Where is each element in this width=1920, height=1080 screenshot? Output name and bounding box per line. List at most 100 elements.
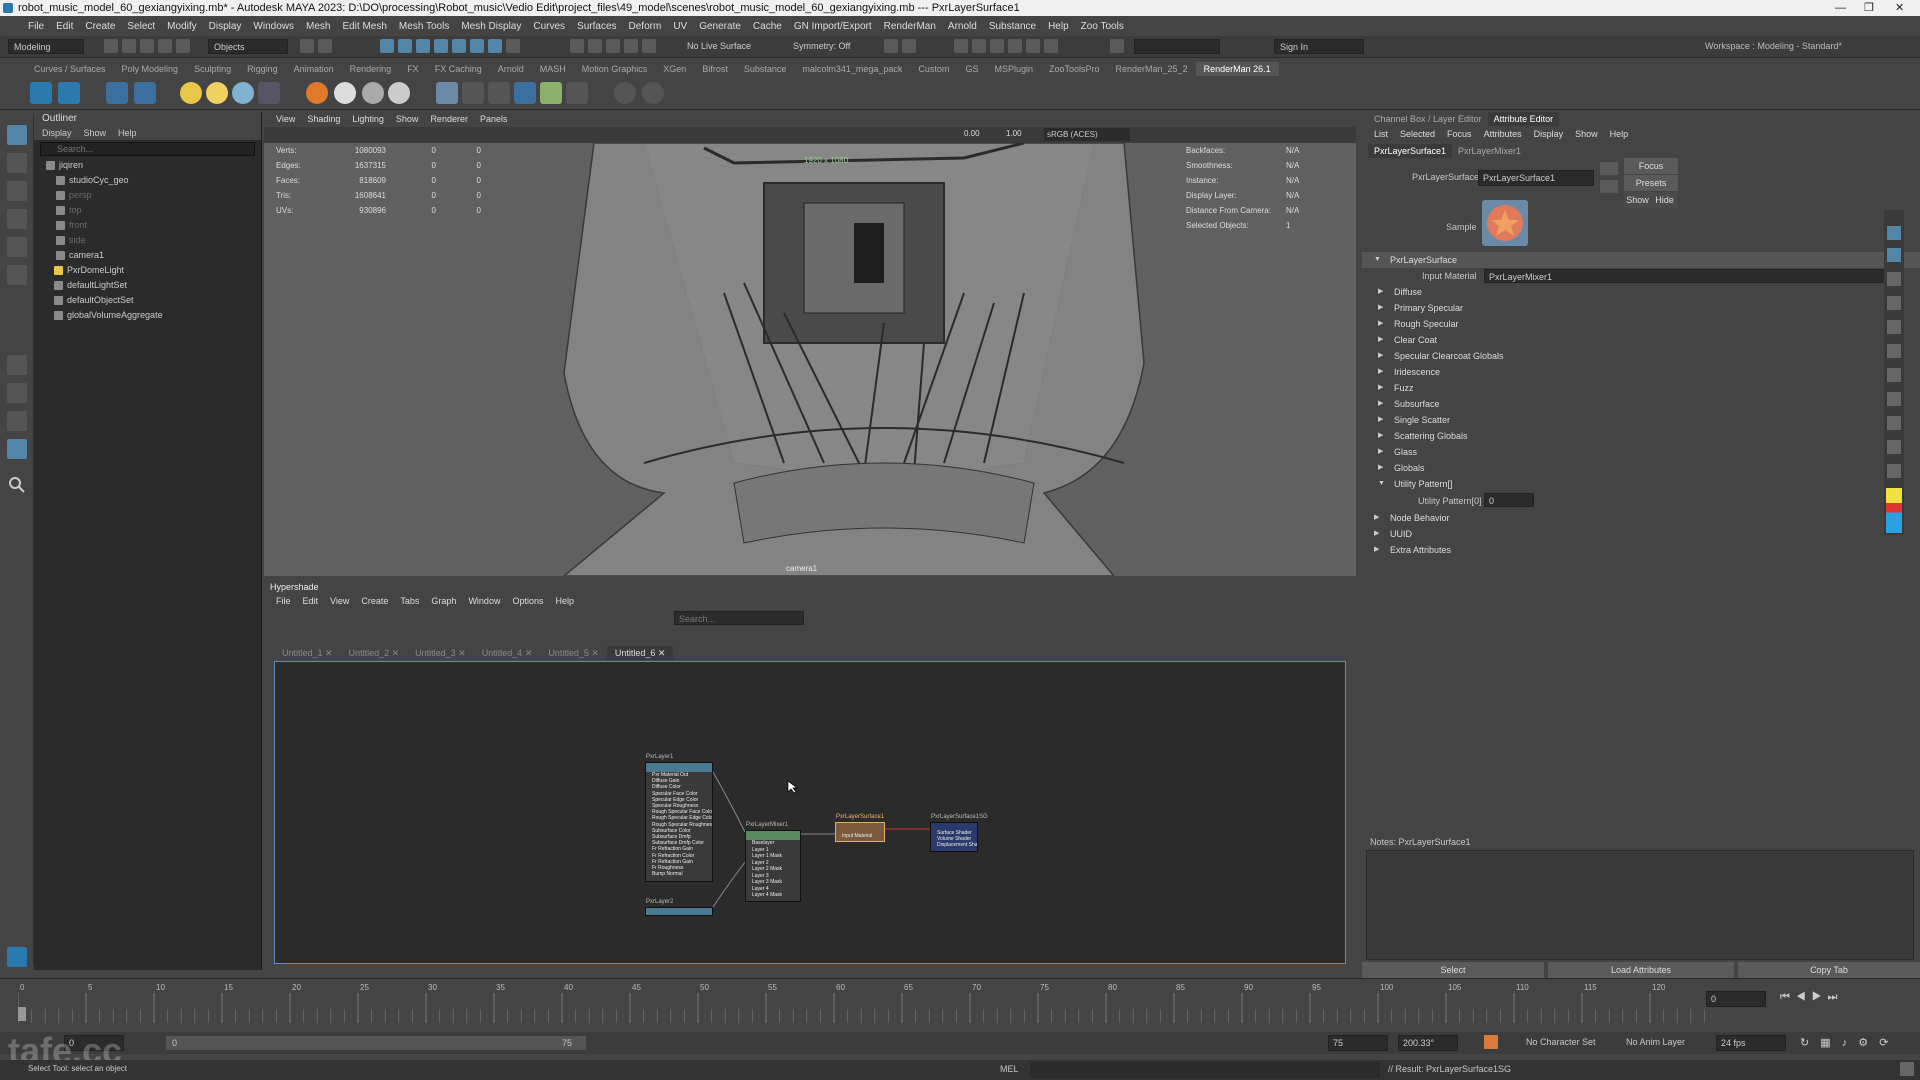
outliner-menu-display[interactable]: Display [42,126,72,140]
shelf-tab-9[interactable]: MASH [532,62,574,76]
dot-icon[interactable] [1887,344,1901,358]
mel-input[interactable] [1030,1062,1380,1078]
hypershade-menu-create[interactable]: Create [355,594,394,608]
mode-dropdown[interactable]: Modeling [8,39,84,54]
outliner-item[interactable]: defaultLightSet [46,278,261,293]
light-icon[interactable] [180,82,202,104]
viewport-menu-panels[interactable]: Panels [474,112,514,127]
undo-icon[interactable] [1887,368,1901,382]
mel-label[interactable]: MEL [1000,1064,1019,1074]
shelf-tab-0[interactable]: Curves / Surfaces [26,62,114,76]
shelf-tab-14[interactable]: malcolm341_mega_pack [794,62,910,76]
settings-icon[interactable] [614,82,636,104]
section-pxrlayersurface[interactable]: PxrLayerSurface [1362,252,1920,268]
render-current-icon[interactable] [972,39,986,53]
section-glass[interactable]: Glass [1362,444,1920,460]
menu-curves[interactable]: Curves [527,21,571,32]
shelf-tab-12[interactable]: Bifrost [694,62,736,76]
node-name-field[interactable]: PxrLayerSurface1 [1478,170,1594,186]
input-line-field[interactable] [1134,39,1220,54]
notes-textarea[interactable] [1366,850,1914,960]
single-view-icon[interactable] [7,355,27,375]
render-settings-icon[interactable] [642,39,656,53]
menu-mesh[interactable]: Mesh [300,21,336,32]
renderman-render-icon[interactable] [30,82,52,104]
close-icon[interactable]: ✕ [522,648,533,658]
pxr-surface-icon[interactable] [306,82,328,104]
go-input-icon[interactable] [1600,162,1618,175]
menu-edit-mesh[interactable]: Edit Mesh [336,21,392,32]
undo-icon[interactable] [158,39,172,53]
move-tool-icon[interactable] [7,209,27,229]
shelf-tab-8[interactable]: Arnold [490,62,532,76]
portal-light-icon[interactable] [258,82,280,104]
pxr-material-icon[interactable] [334,82,356,104]
viewport-menu-shading[interactable]: Shading [301,112,346,127]
node-port[interactable]: Bump Normal [652,871,712,877]
viewport-panel[interactable]: View Shading Lighting Show Renderer Panels 0.… [264,112,1356,576]
outliner-item[interactable]: PxrDomeLight [46,263,261,278]
section-clear-coat[interactable]: Clear Coat [1362,332,1920,348]
menu-edit[interactable]: Edit [50,21,79,32]
menu-create[interactable]: Create [79,21,121,32]
menu-cache[interactable]: Cache [747,21,788,32]
hypershade-icon[interactable] [1008,39,1022,53]
menu-substance[interactable]: Substance [983,21,1042,32]
shelf-tab-1[interactable]: Poly Modeling [114,62,187,76]
color-palette-icon[interactable] [1886,488,1902,533]
viewport-menu-view[interactable]: View [270,112,301,127]
select-by-component-icon[interactable] [318,39,332,53]
section-specular-clearcoat-globals[interactable]: Specular Clearcoat Globals [1362,348,1920,364]
symmetry-label[interactable]: Symmetry: Off [788,39,872,54]
construction-history-icon[interactable] [588,39,602,53]
minimize-button[interactable]: — [1835,0,1846,16]
shelf-tab-4[interactable]: Animation [286,62,342,76]
moon-icon[interactable] [514,82,536,104]
load-attributes-button[interactable]: Load Attributes [1548,962,1734,978]
xray-icon[interactable] [884,39,898,53]
ae-menu-selected[interactable]: Selected [1394,126,1441,142]
tab-attribute-editor[interactable]: Attribute Editor [1487,112,1560,126]
sun-light-icon[interactable] [206,82,228,104]
menu-gn-import-export[interactable]: GN Import/Export [788,21,878,32]
section-subsurface[interactable]: Subsurface [1362,396,1920,412]
viewport-menu-show[interactable]: Show [390,112,425,127]
outliner-item[interactable]: jiqiren [46,158,261,173]
stack-icon[interactable] [1887,416,1901,430]
node-pxrlayersurface1sg[interactable]: PxrLayerSurface1SG Surface Shader Volume … [930,814,988,852]
playback-speed-field[interactable]: 200.33° [1398,1035,1458,1051]
tab-pxrlayersurface1[interactable]: PxrLayerSurface1 [1368,144,1453,158]
outliner-item[interactable]: camera1 [46,248,261,263]
node-pxrlayer2[interactable]: PxrLayer2 [645,899,713,916]
lock-icon[interactable] [506,39,520,53]
outliner-item[interactable]: top [46,203,261,218]
menu-renderman[interactable]: RenderMan [878,21,942,32]
snap-center-icon[interactable] [488,39,502,53]
ipr-render-icon[interactable] [990,39,1004,53]
menu-file[interactable]: File [22,21,50,32]
playback-options-icons[interactable]: ↻ ▦ ♪ ⚙ ⟳ [1800,1036,1892,1049]
snap-surface-icon[interactable] [434,39,448,53]
it-window-icon[interactable] [134,82,156,104]
input-material-field[interactable]: PxrLayerMixer1 [1484,269,1904,283]
show-button[interactable]: Show [1624,192,1651,208]
cube-icon[interactable] [436,82,458,104]
pointer-icon[interactable] [1887,248,1901,262]
color-space-dropdown[interactable]: sRGB (ACES) [1044,128,1130,141]
section-extra-attributes[interactable]: Extra Attributes [1362,542,1920,558]
open-scene-icon[interactable] [122,39,136,53]
section-utility-pattern[interactable]: Utility Pattern[] [1362,476,1920,492]
menu-generate[interactable]: Generate [693,21,747,32]
current-frame-field[interactable]: 0 [1706,991,1766,1007]
gamma-value[interactable]: 1.00 [1006,129,1022,138]
wireframe-icon[interactable] [902,39,916,53]
menu-mesh-tools[interactable]: Mesh Tools [393,21,455,32]
outliner-item[interactable]: defaultObjectSet [46,293,261,308]
outliner-menu-show[interactable]: Show [84,126,107,140]
anim-layer-dropdown[interactable]: No Anim Layer [1626,1037,1685,1047]
node-port[interactable]: Displacement Shader [937,842,977,848]
shelf-tab-20[interactable]: RenderMan 26.1 [1195,62,1279,76]
lasso-tool-icon[interactable] [7,153,27,173]
current-frame-marker[interactable] [18,1007,26,1021]
ae-menu-list[interactable]: List [1368,126,1394,142]
